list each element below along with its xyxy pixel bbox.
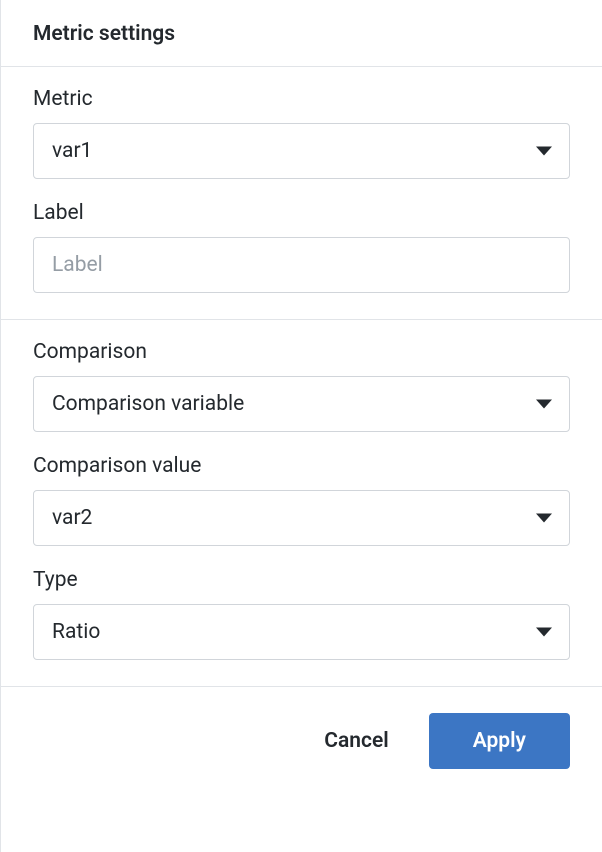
form-group-label: Label [33,201,570,293]
cancel-button[interactable]: Cancel [316,715,396,767]
form-group-type: Type Ratio [33,568,570,660]
apply-button[interactable]: Apply [429,713,570,769]
section-comparison: Comparison Comparison variable Compariso… [1,320,602,687]
comparison-select[interactable]: Comparison variable [33,376,570,432]
form-group-comparison: Comparison Comparison variable [33,340,570,432]
type-select-value: Ratio [52,620,100,644]
comparison-select-value: Comparison variable [52,392,244,416]
section-metric: Metric var1 Label [1,67,602,320]
comparison-value-select[interactable]: var2 [33,490,570,546]
metric-select[interactable]: var1 [33,123,570,179]
type-select[interactable]: Ratio [33,604,570,660]
comparison-value-label: Comparison value [33,454,570,478]
comparison-value-select-value: var2 [52,506,92,530]
metric-label: Metric [33,87,570,111]
label-field-label: Label [33,201,570,225]
type-select-wrapper: Ratio [33,604,570,660]
panel-title: Metric settings [33,22,570,46]
comparison-select-wrapper: Comparison variable [33,376,570,432]
panel-header: Metric settings [1,0,602,67]
metric-select-value: var1 [52,139,92,163]
panel-footer: Cancel Apply [1,687,602,795]
label-input[interactable] [33,237,570,293]
comparison-label: Comparison [33,340,570,364]
form-group-metric: Metric var1 [33,87,570,179]
metric-settings-panel: Metric settings Metric var1 Label Compar… [0,0,602,852]
comparison-value-select-wrapper: var2 [33,490,570,546]
type-label: Type [33,568,570,592]
form-group-comparison-value: Comparison value var2 [33,454,570,546]
metric-select-wrapper: var1 [33,123,570,179]
